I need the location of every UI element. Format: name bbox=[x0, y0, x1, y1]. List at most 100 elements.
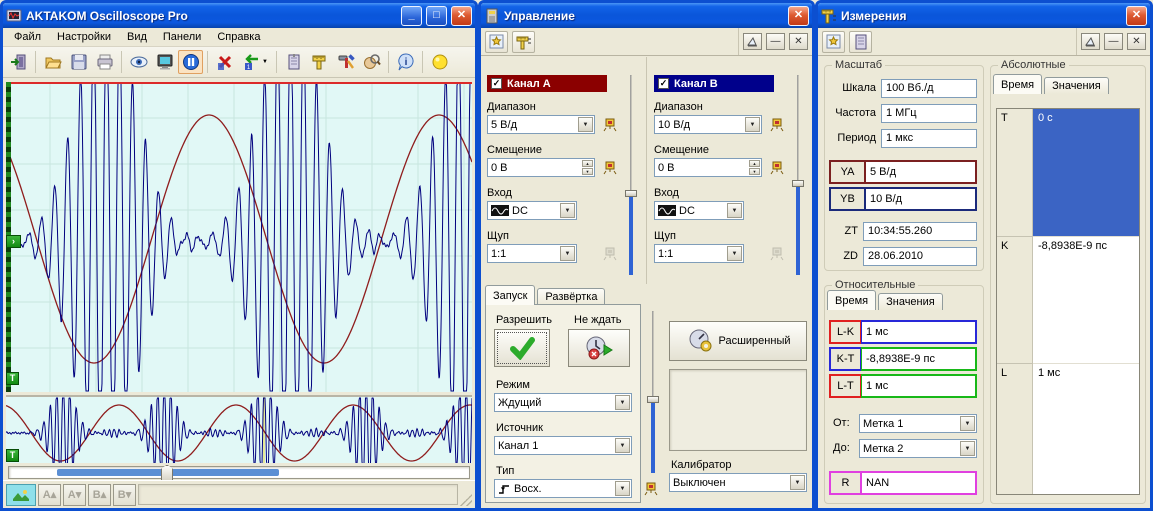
tools-icon[interactable] bbox=[333, 50, 358, 74]
journal-icon[interactable] bbox=[849, 31, 872, 53]
pause-icon[interactable] bbox=[178, 50, 203, 74]
channel-a-down-button[interactable]: A▾ bbox=[63, 484, 86, 506]
save-icon[interactable] bbox=[66, 50, 91, 74]
journal-icon[interactable] bbox=[281, 50, 306, 74]
trigger-marker[interactable]: T bbox=[6, 372, 19, 385]
channel-a-input-combo[interactable]: DC▼ bbox=[487, 201, 577, 220]
channel-b-offset-slider[interactable] bbox=[792, 75, 804, 275]
auto-icon[interactable] bbox=[602, 158, 618, 175]
allow-trigger-button[interactable] bbox=[494, 329, 550, 367]
close-button[interactable]: ✕ bbox=[451, 6, 472, 26]
advanced-button[interactable]: Расширенный bbox=[669, 321, 807, 361]
wizard-icon[interactable] bbox=[822, 31, 845, 53]
chevron-down-icon[interactable]: ▼ bbox=[262, 59, 268, 65]
tab-sweep[interactable]: Развёртка bbox=[537, 288, 605, 305]
channel-b-input-combo[interactable]: DC▼ bbox=[654, 201, 744, 220]
collapse-panel-icon[interactable]: — bbox=[1104, 33, 1123, 50]
undo-icon[interactable]: 1▼ bbox=[238, 50, 272, 74]
trigger-marker-overview[interactable]: T bbox=[6, 449, 19, 462]
no-wait-button[interactable] bbox=[568, 329, 630, 367]
wizard-icon[interactable] bbox=[485, 31, 508, 53]
delete-icon[interactable] bbox=[212, 50, 237, 74]
auto-icon[interactable] bbox=[602, 115, 618, 132]
tab-relative-values[interactable]: Значения bbox=[878, 293, 943, 310]
calibrator-combo[interactable]: Выключен▼ bbox=[669, 473, 807, 492]
menu-help[interactable]: Справка bbox=[210, 29, 267, 45]
channel-a-header[interactable]: ✓ Канал A bbox=[487, 75, 607, 92]
menu-settings[interactable]: Настройки bbox=[50, 29, 118, 45]
channel-a-up-button[interactable]: A▴ bbox=[38, 484, 61, 506]
trigger-level-slider[interactable] bbox=[647, 311, 659, 473]
yb-value: 10 В/д bbox=[865, 187, 977, 211]
menu-view[interactable]: Вид bbox=[120, 29, 154, 45]
lamp-icon[interactable] bbox=[427, 50, 452, 74]
channel-b-checkbox[interactable]: ✓ bbox=[658, 78, 669, 89]
channel-b-up-button[interactable]: B▴ bbox=[88, 484, 111, 506]
channel-b-header[interactable]: ✓ Канал B bbox=[654, 75, 774, 92]
draw-mode-button[interactable] bbox=[6, 484, 36, 506]
control-titlebar[interactable]: Управление ✕ bbox=[481, 3, 812, 28]
print-icon[interactable] bbox=[92, 50, 117, 74]
collapse-panel-icon[interactable]: — bbox=[766, 33, 785, 50]
trigger-source-combo[interactable]: Канал 1▼ bbox=[494, 436, 632, 455]
overview-display[interactable]: T bbox=[6, 395, 472, 463]
scroll-thumb[interactable] bbox=[161, 465, 173, 481]
l-row-value[interactable]: 1 мс bbox=[1033, 364, 1139, 494]
palette-icon[interactable] bbox=[359, 50, 384, 74]
channel-b-offset-spin[interactable]: 0 В▲▼ bbox=[654, 158, 762, 177]
mode-label: Режим bbox=[496, 379, 530, 391]
menu-file[interactable]: Файл bbox=[7, 29, 48, 45]
measure-titlebar[interactable]: Измерения ✕ bbox=[818, 3, 1150, 28]
close-panel-icon[interactable]: ✕ bbox=[1127, 33, 1146, 50]
main-scope-display[interactable]: › T bbox=[6, 82, 472, 392]
maximize-button[interactable]: □ bbox=[426, 6, 447, 26]
tab-relative-time[interactable]: Время bbox=[827, 290, 876, 310]
display-icon[interactable] bbox=[152, 50, 177, 74]
main-titlebar[interactable]: AKTAKOM Oscilloscope Pro _ □ ✕ bbox=[3, 3, 475, 28]
channel-a-checkbox[interactable]: ✓ bbox=[491, 78, 502, 89]
scroll-track[interactable] bbox=[8, 466, 470, 479]
minimize-button[interactable]: _ bbox=[401, 6, 422, 26]
resize-grip[interactable] bbox=[460, 494, 472, 506]
info-icon[interactable]: i bbox=[393, 50, 418, 74]
freq-label: Частота bbox=[829, 107, 881, 119]
trigger-mode-combo[interactable]: Ждущий▼ bbox=[494, 393, 632, 412]
close-button[interactable]: ✕ bbox=[788, 6, 809, 26]
t-row-value[interactable]: 0 с bbox=[1033, 109, 1139, 237]
tab-absolute-values[interactable]: Значения bbox=[1044, 77, 1109, 94]
measure-panel-icon[interactable] bbox=[512, 31, 535, 53]
close-panel-icon[interactable]: ✕ bbox=[789, 33, 808, 50]
channel-b-probe-combo[interactable]: 1:1▼ bbox=[654, 244, 744, 263]
exit-icon[interactable] bbox=[6, 50, 31, 74]
menu-panels[interactable]: Панели bbox=[156, 29, 208, 45]
open-icon[interactable] bbox=[40, 50, 65, 74]
auto-icon[interactable] bbox=[769, 158, 785, 175]
from-marker-combo[interactable]: Метка 1▼ bbox=[859, 414, 977, 433]
trigger-type-combo[interactable]: Восх.▼ bbox=[494, 479, 632, 498]
absolute-values-table[interactable]: T 0 с K -8,8938E-9 пс L 1 мс bbox=[996, 108, 1140, 495]
channel-a-probe-combo[interactable]: 1:1▼ bbox=[487, 244, 577, 263]
auto-icon[interactable] bbox=[769, 115, 785, 132]
ruler-icon[interactable] bbox=[307, 50, 332, 74]
channel-a-range-combo[interactable]: 5 В/д▼ bbox=[487, 115, 595, 134]
k-row-label[interactable]: K bbox=[997, 237, 1033, 364]
eye-icon[interactable] bbox=[126, 50, 151, 74]
offset-label: Смещение bbox=[487, 144, 542, 156]
to-marker-combo[interactable]: Метка 2▼ bbox=[859, 439, 977, 458]
print-panel-icon[interactable] bbox=[743, 33, 762, 50]
auto-icon[interactable] bbox=[643, 479, 659, 496]
print-panel-icon[interactable] bbox=[1081, 33, 1100, 50]
channel-b-down-button[interactable]: B▾ bbox=[113, 484, 136, 506]
t-row-label[interactable]: T bbox=[997, 109, 1033, 237]
horizontal-position-scrollbar[interactable] bbox=[6, 464, 472, 480]
channel-b-range-combo[interactable]: 10 В/д▼ bbox=[654, 115, 762, 134]
channel-a-offset-spin[interactable]: 0 В▲▼ bbox=[487, 158, 595, 177]
channel-a-offset-slider[interactable] bbox=[625, 75, 637, 275]
tab-start[interactable]: Запуск bbox=[485, 285, 535, 305]
channel-a-level-marker[interactable]: › bbox=[6, 235, 21, 248]
close-button[interactable]: ✕ bbox=[1126, 6, 1147, 26]
l-row-label[interactable]: L bbox=[997, 364, 1033, 494]
tab-absolute-time[interactable]: Время bbox=[993, 74, 1042, 94]
k-row-value[interactable]: -8,8938E-9 пс bbox=[1033, 237, 1139, 364]
probe-label: Щуп bbox=[654, 230, 676, 242]
